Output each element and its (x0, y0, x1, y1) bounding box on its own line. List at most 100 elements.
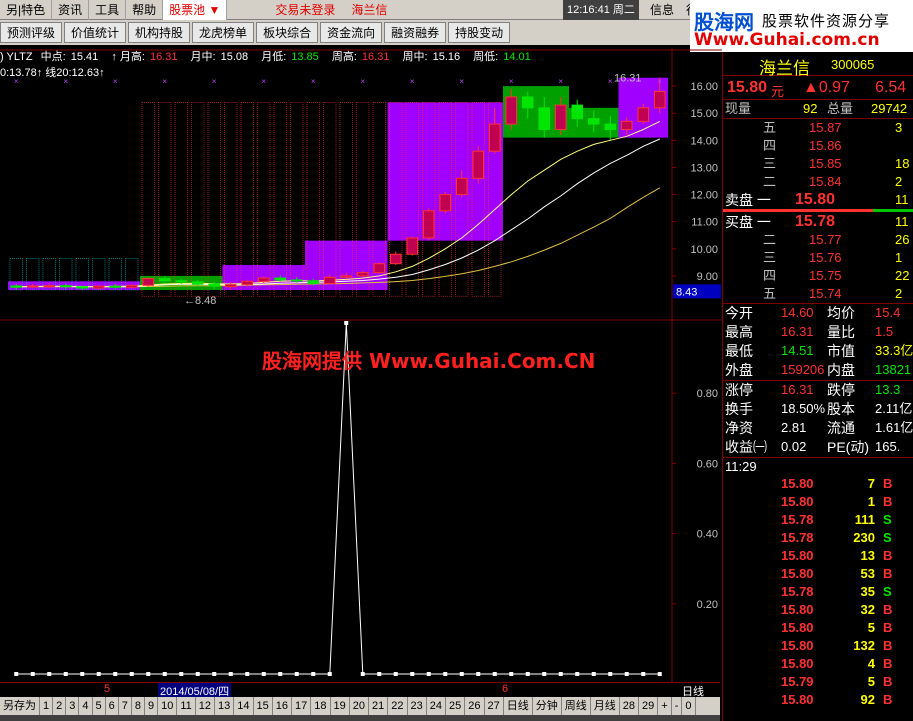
stat-value: 2.11亿 (875, 401, 913, 416)
tab-35[interactable]: - (672, 697, 683, 715)
book-level: 五 (763, 286, 777, 301)
tab-14[interactable]: 14 (234, 697, 254, 715)
tick-list: 15.80 7 B 15.80 1 B 15.78 111 S 15.78 230 S 15.80 13 B… (723, 475, 913, 709)
toolbar-sector[interactable]: 板块综合 (256, 22, 319, 43)
signal-marker: × (261, 77, 266, 86)
tick-row: 15.80 13 B (723, 547, 913, 565)
tab-15[interactable]: 15 (254, 697, 273, 715)
tab-16[interactable]: 16 (273, 697, 293, 715)
menu-item-info[interactable]: 信息 (644, 0, 680, 20)
tick-price: 15.79 (781, 674, 814, 689)
logo-subtitle: 股票软件资源分享 (762, 12, 891, 30)
tick-side: B (883, 566, 893, 581)
toolbar-inst[interactable]: 机构持股 (128, 22, 191, 43)
outline-column (158, 102, 172, 297)
signal-point (327, 672, 332, 676)
tab-30[interactable]: 周线 (562, 697, 591, 715)
candle-body (257, 277, 270, 282)
candle-body (191, 281, 204, 285)
stat-value: 2.81 (781, 420, 807, 435)
tab-28[interactable]: 日线 (504, 697, 533, 715)
tab-12[interactable]: 12 (196, 697, 216, 715)
tab-17[interactable]: 17 (292, 697, 312, 715)
tab-2[interactable]: 2 (53, 697, 67, 715)
tab-19[interactable]: 19 (331, 697, 350, 715)
book-volume: 26 (895, 232, 910, 247)
book-level: 二 (763, 174, 777, 189)
tab-34[interactable]: + (658, 697, 672, 715)
tab-1[interactable]: 1 (40, 697, 54, 715)
signal-point (195, 672, 200, 676)
tab-31[interactable]: 月线 (591, 697, 620, 715)
stat-value: 14.51 (781, 343, 814, 358)
tick-row: 15.78 230 S (723, 529, 913, 547)
tick-volume: 35 (860, 584, 875, 599)
ind-5: 周中: 15.16 (402, 51, 461, 63)
signal-marker: × (509, 77, 514, 86)
tick-row: 15.80 53 B (723, 565, 913, 583)
tab-21[interactable]: 21 (369, 697, 389, 715)
stat-row-2: 净资 2.81 流通 1.61亿 (723, 419, 913, 438)
tab-20[interactable]: 20 (350, 697, 370, 715)
tab-3[interactable]: 3 (66, 697, 80, 715)
menu-item-stock-pool[interactable]: 股票池 ▼ (163, 0, 228, 20)
tick-row: 15.80 132 B (723, 637, 913, 655)
tick-volume: 13 (860, 548, 875, 563)
candle-body (505, 96, 518, 125)
tick-row: 15.80 32 B (723, 601, 913, 619)
stat-value: 1.5 (875, 324, 894, 339)
stats2-box: 涨停 16.31 跌停 13.3 换手 18.50% 股本 2.11亿 净资 2.81 流通 1.61… (723, 380, 913, 457)
candle-body (340, 275, 353, 278)
sell-level-3: 二 15.84 2 (723, 173, 913, 191)
toolbar-margin[interactable]: 融资融券 (384, 22, 447, 43)
tab-27[interactable]: 27 (485, 697, 504, 715)
stat-label: 换手 (725, 401, 753, 417)
trade-status[interactable]: 交易未登录 (267, 1, 343, 18)
toolbar-value[interactable]: 价值统计 (64, 22, 127, 43)
tab-25[interactable]: 25 (446, 697, 466, 715)
tab-5[interactable]: 5 (93, 697, 106, 715)
indicator-name: ) YLTZ (0, 51, 33, 63)
ind-6: 周低: 14.01 (473, 51, 531, 63)
signal-point (30, 672, 35, 676)
toolbar-holding[interactable]: 持股变动 (448, 22, 511, 43)
tab-33[interactable]: 29 (639, 697, 659, 715)
toolbar-rating[interactable]: 预测评级 (0, 22, 63, 43)
tab-24[interactable]: 24 (427, 697, 447, 715)
menu-item-news[interactable]: 资讯 (52, 0, 90, 20)
toolbar-dragon[interactable]: 龙虎榜单 (192, 22, 255, 43)
tab-23[interactable]: 23 (408, 697, 427, 715)
tab-36[interactable]: 0 (682, 697, 696, 715)
tab-4[interactable]: 4 (79, 697, 93, 715)
buy-level-1: 二 15.77 26 (723, 231, 913, 249)
tab-13[interactable]: 13 (215, 697, 235, 715)
tick-side: S (883, 584, 892, 599)
signal-point (80, 672, 85, 676)
tab-10[interactable]: 10 (158, 697, 178, 715)
tab-6[interactable]: 6 (106, 697, 119, 715)
menu-item-tools[interactable]: 工具 (89, 0, 127, 20)
tab-26[interactable]: 26 (465, 697, 485, 715)
ind-2: 月中: 15.08 (190, 51, 249, 63)
tab-32[interactable]: 28 (620, 697, 640, 715)
menu-item-help[interactable]: 帮助 (126, 0, 164, 20)
toolbar-fund[interactable]: 资金流向 (320, 22, 383, 43)
chart-area[interactable]: × × × × × × × × × × × × × × 16.0015.0014.0013.0012.001… (0, 48, 722, 682)
tab-9[interactable]: 9 (145, 697, 159, 715)
candle-body (422, 210, 435, 239)
tab-18[interactable]: 18 (311, 697, 331, 715)
tick-side: B (883, 638, 893, 653)
tab-7[interactable]: 7 (119, 697, 132, 715)
signal-point (360, 672, 365, 676)
candle-body (109, 285, 122, 288)
tab-8[interactable]: 8 (132, 697, 145, 715)
tab-29[interactable]: 分钟 (533, 697, 562, 715)
tab-0[interactable]: 另存为 (0, 697, 40, 715)
menu-item-special[interactable]: 另|特色 (0, 0, 53, 20)
stat-row-2: 最低 14.51 市值 33.3亿 (723, 342, 913, 361)
tab-22[interactable]: 22 (388, 697, 408, 715)
date-marker-6: 6 (502, 683, 509, 695)
stat-row-3: 收益㈠ 0.02 PE(动) 165. (723, 438, 913, 457)
signal-point (525, 672, 530, 676)
tab-11[interactable]: 11 (177, 697, 196, 715)
